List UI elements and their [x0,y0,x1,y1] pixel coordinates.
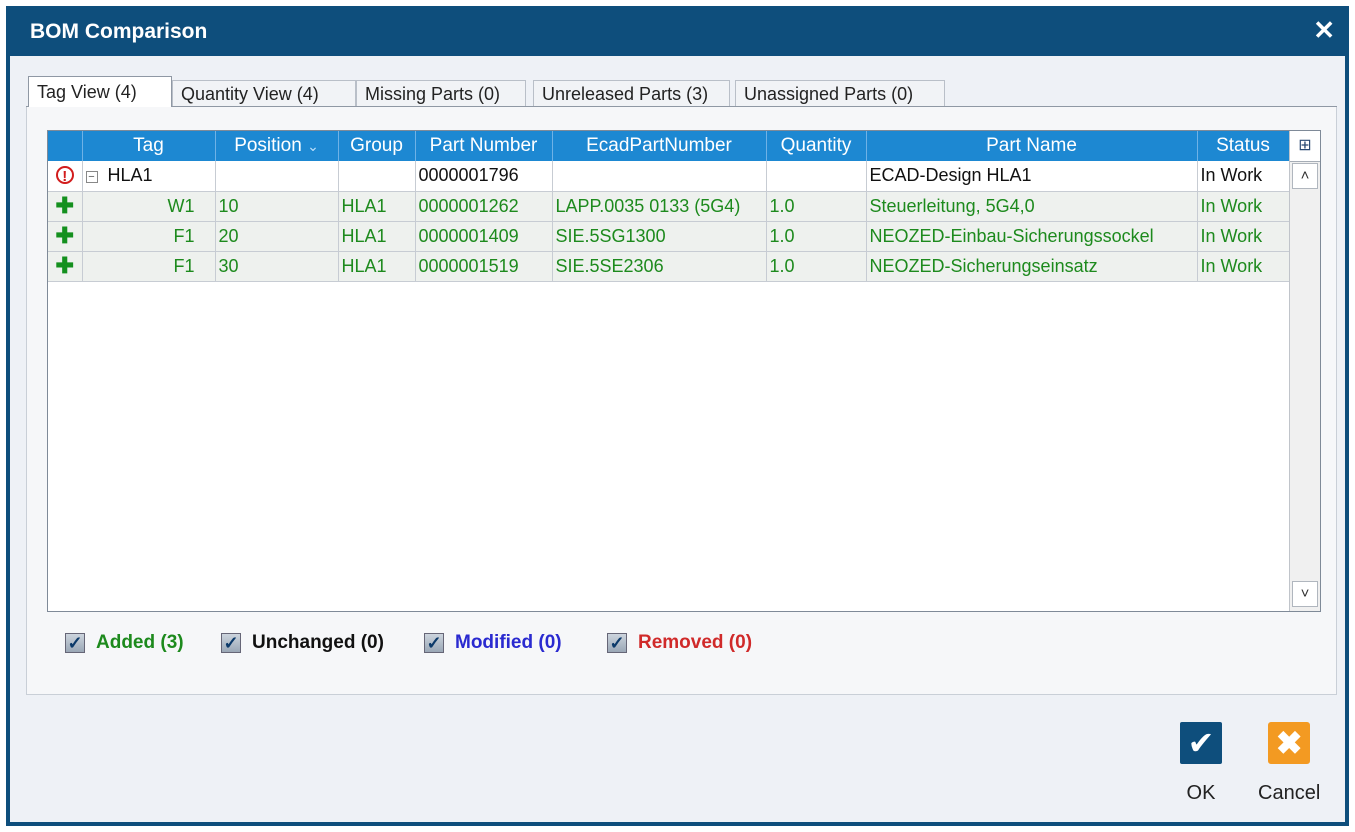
quantity-cell [766,161,867,192]
part-number-cell: 0000001262 [415,191,553,222]
filter-removed-label: Removed (0) [638,632,753,653]
row-state-cell: ✚ [48,191,83,222]
title-bar: BOM Comparison ✕ [6,6,1349,56]
status-cell: In Work [1197,161,1290,192]
check-icon: ✓ [424,633,444,653]
column-header-position[interactable]: Position ⌄ [215,131,339,161]
column-header-group[interactable]: Group [338,131,416,161]
part-number-cell: 0000001519 [415,251,553,282]
part-name-cell: Steuerleitung, 5G4,0 [866,191,1198,222]
group-cell: HLA1 [338,251,416,282]
cancel-button[interactable]: ✖ Cancel [1258,722,1320,805]
ecad-part-number-cell: LAPP.0035 0133 (5G4) [552,191,767,222]
close-icon[interactable]: ✕ [1313,16,1335,44]
scroll-up-icon[interactable]: ˄ [1292,163,1318,189]
check-icon: ✓ [65,633,85,653]
quantity-cell: 1.0 [766,191,867,222]
tag-cell: − HLA1 [82,161,216,192]
check-icon: ✓ [607,633,627,653]
tab-missing-parts[interactable]: Missing Parts (0) [356,80,526,106]
column-header-ecad-part-number[interactable]: EcadPartNumber [552,131,767,161]
tab-unreleased-parts[interactable]: Unreleased Parts (3) [533,80,730,106]
collapse-icon[interactable]: − [85,170,98,183]
group-cell: HLA1 [338,191,416,222]
filter-modified-checkbox[interactable]: ✓ Modified (0) [424,632,562,654]
row-state-cell: ✚ [48,221,83,252]
status-cell: In Work [1197,221,1290,252]
added-plus-icon: ✚ [55,192,74,218]
position-cell: 30 [215,251,339,282]
table-row[interactable]: ! − HLA1 0000001796 ECAD-Design HLA1 In W… [48,161,1290,192]
part-name-cell: NEOZED-Sicherungseinsatz [866,251,1198,282]
filter-removed-checkbox[interactable]: ✓ Removed (0) [607,632,752,654]
vertical-scrollbar[interactable]: ⊞ ˄ ˅ [1289,131,1320,611]
status-cell: In Work [1197,251,1290,282]
status-cell: In Work [1197,191,1290,222]
tag-cell: W1 [82,191,216,222]
dialog-body: Tag View (4) Quantity View (4) Missing P… [10,56,1345,822]
tag-cell: F1 [82,251,216,282]
part-name-cell: ECAD-Design HLA1 [866,161,1198,192]
ecad-part-number-cell [552,161,767,192]
bom-grid: Tag Position ⌄ Group Part Number EcadPar… [47,130,1321,612]
sort-descending-icon: ⌄ [307,138,319,154]
filter-added-label: Added (3) [96,632,184,653]
header-row: Tag Position ⌄ Group Part Number EcadPar… [48,131,1290,161]
bom-table: Tag Position ⌄ Group Part Number EcadPar… [48,131,1290,282]
table-row[interactable]: ✚ F1 20 HLA1 0000001409 SIE.5SG1300 1.0 … [48,221,1290,252]
tag-value: HLA1 [107,165,153,186]
column-header-position-label: Position [234,135,302,156]
position-cell [215,161,339,192]
filter-unchanged-checkbox[interactable]: ✓ Unchanged (0) [221,632,384,654]
column-header-status[interactable]: Status [1197,131,1290,161]
tab-panel: Tag Position ⌄ Group Part Number EcadPar… [26,107,1337,695]
part-number-cell: 0000001409 [415,221,553,252]
quantity-cell: 1.0 [766,251,867,282]
position-cell: 10 [215,191,339,222]
part-number-cell: 0000001796 [415,161,553,192]
column-header-tag[interactable]: Tag [82,131,216,161]
filter-unchanged-label: Unchanged (0) [252,632,384,653]
column-header-state[interactable] [48,131,83,161]
added-plus-icon: ✚ [55,252,74,278]
tab-quantity-view[interactable]: Quantity View (4) [172,80,356,106]
column-header-quantity[interactable]: Quantity [766,131,867,161]
cancel-x-icon: ✖ [1268,722,1311,764]
ok-check-icon: ✔ [1180,722,1222,764]
position-cell: 20 [215,221,339,252]
group-cell [338,161,416,192]
row-state-cell: ✚ [48,251,83,282]
ok-label: OK [1186,782,1216,804]
column-chooser-icon[interactable]: ⊞ [1290,131,1320,162]
ecad-part-number-cell: SIE.5SG1300 [552,221,767,252]
part-name-cell: NEOZED-Einbau-Sicherungssockel [866,221,1198,252]
cancel-label: Cancel [1258,782,1321,804]
scroll-down-icon[interactable]: ˅ [1292,581,1318,607]
added-plus-icon: ✚ [55,222,74,248]
filter-modified-label: Modified (0) [455,632,562,653]
table-row[interactable]: ✚ F1 30 HLA1 0000001519 SIE.5SE2306 1.0 … [48,251,1290,282]
column-header-part-name[interactable]: Part Name [866,131,1198,161]
ok-button[interactable]: ✔ OK [1180,722,1222,805]
tag-cell: F1 [82,221,216,252]
check-icon: ✓ [221,633,241,653]
table-row[interactable]: ✚ W1 10 HLA1 0000001262 LAPP.0035 0133 (… [48,191,1290,222]
tab-unassigned-parts[interactable]: Unassigned Parts (0) [735,80,945,106]
column-header-part-number[interactable]: Part Number [415,131,553,161]
tab-tag-view[interactable]: Tag View (4) [28,76,172,107]
row-state-cell: ! [48,161,83,192]
filter-added-checkbox[interactable]: ✓ Added (3) [65,632,184,654]
ecad-part-number-cell: SIE.5SE2306 [552,251,767,282]
bom-comparison-dialog: BOM Comparison ✕ Tag View (4) Quantity V… [6,6,1349,826]
dialog-title: BOM Comparison [30,20,208,43]
quantity-cell: 1.0 [766,221,867,252]
error-icon: ! [55,166,74,185]
group-cell: HLA1 [338,221,416,252]
